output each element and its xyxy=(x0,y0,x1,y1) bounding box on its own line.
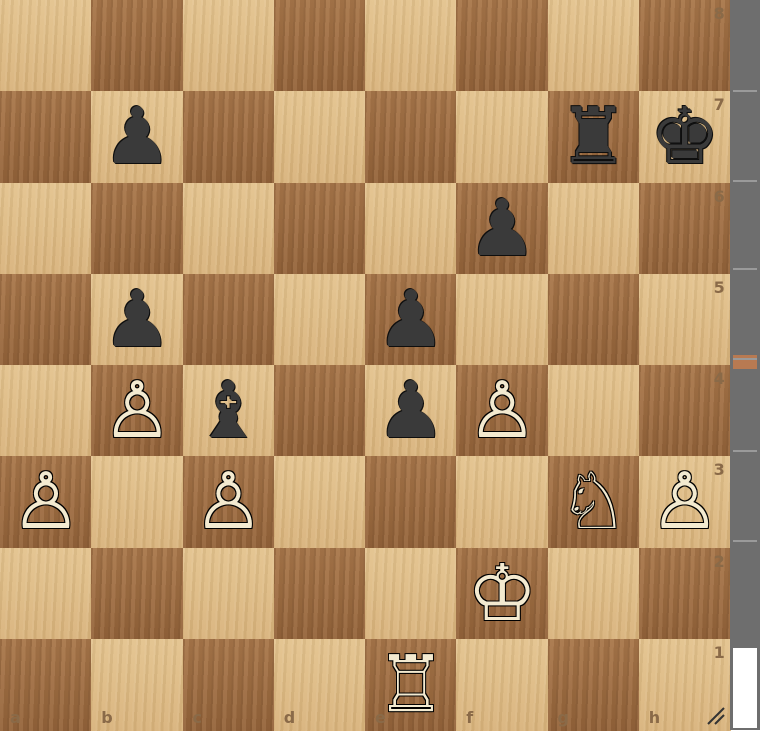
scrollbar-tick xyxy=(733,450,757,452)
square-c6[interactable] xyxy=(182,182,275,275)
square-f8[interactable] xyxy=(456,0,549,92)
square-a4[interactable] xyxy=(0,365,92,457)
square-g8[interactable] xyxy=(547,0,640,92)
square-d5[interactable] xyxy=(273,273,366,366)
square-e7[interactable] xyxy=(365,91,457,184)
square-c5[interactable] xyxy=(182,273,275,366)
square-c2[interactable] xyxy=(182,547,275,640)
black-pawn-f6[interactable]: ♟ xyxy=(456,183,548,275)
square-b3[interactable] xyxy=(91,456,184,549)
square-h4[interactable]: 4 xyxy=(638,365,731,457)
square-a8[interactable] xyxy=(0,0,92,92)
square-d8[interactable] xyxy=(273,0,366,92)
square-g5[interactable] xyxy=(547,273,640,366)
square-g4[interactable] xyxy=(547,365,640,457)
square-d1[interactable]: d xyxy=(273,638,366,731)
black-rook-g7[interactable]: ♜ xyxy=(548,91,640,183)
square-b1[interactable]: b xyxy=(91,638,184,731)
file-label: c xyxy=(192,707,202,727)
vertical-scrollbar[interactable] xyxy=(730,0,760,730)
file-label: h xyxy=(648,707,661,727)
rank-label: 2 xyxy=(713,551,725,571)
rank-label: 5 xyxy=(713,277,725,297)
file-label: f xyxy=(466,707,474,727)
square-h5[interactable]: 5 xyxy=(638,273,731,366)
square-b2[interactable] xyxy=(91,547,184,640)
white-king-f2[interactable]: ♔ xyxy=(456,548,548,640)
square-b6[interactable] xyxy=(91,182,184,275)
white-pawn-a3[interactable]: ♙ xyxy=(0,456,92,548)
white-pawn-b4[interactable]: ♙ xyxy=(91,365,183,457)
white-pawn-h3[interactable]: ♙ xyxy=(639,456,731,548)
black-pawn-e4[interactable]: ♟ xyxy=(365,365,457,457)
file-label: g xyxy=(557,707,569,727)
square-a5[interactable] xyxy=(0,273,92,366)
rank-label: 8 xyxy=(713,4,725,23)
scroll-thumb[interactable] xyxy=(733,648,757,728)
rank-label: 6 xyxy=(713,186,725,206)
scrollbar-tick xyxy=(733,180,757,182)
rank-label: 1 xyxy=(713,642,725,662)
black-bishop-c4[interactable]: ♝ xyxy=(183,365,275,457)
black-pawn-e5[interactable]: ♟ xyxy=(365,274,457,366)
file-label: a xyxy=(10,707,21,727)
scrollbar-tick xyxy=(733,540,757,542)
square-h2[interactable]: 2 xyxy=(638,547,731,640)
file-label: d xyxy=(283,707,296,727)
square-d7[interactable] xyxy=(273,91,366,184)
black-king-h7[interactable]: ♚ xyxy=(639,91,731,183)
file-label: b xyxy=(101,707,113,727)
square-a6[interactable] xyxy=(0,182,92,275)
square-f5[interactable] xyxy=(456,273,549,366)
square-e2[interactable] xyxy=(365,547,457,640)
square-f1[interactable]: f xyxy=(456,638,549,731)
square-e8[interactable] xyxy=(365,0,457,92)
square-e3[interactable] xyxy=(365,456,457,549)
scrollbar-tick xyxy=(733,358,757,360)
square-d2[interactable] xyxy=(273,547,366,640)
black-pawn-b7[interactable]: ♟ xyxy=(91,91,183,183)
white-rook-e1[interactable]: ♖ xyxy=(365,639,457,731)
square-g6[interactable] xyxy=(547,182,640,275)
square-a2[interactable] xyxy=(0,547,92,640)
square-d6[interactable] xyxy=(273,182,366,275)
white-knight-g3[interactable]: ♘ xyxy=(548,456,640,548)
square-h6[interactable]: 6 xyxy=(638,182,731,275)
black-pawn-b5[interactable]: ♟ xyxy=(91,274,183,366)
scrollbar-tick xyxy=(733,268,757,270)
square-a7[interactable] xyxy=(0,91,92,184)
square-f3[interactable] xyxy=(456,456,549,549)
square-c1[interactable]: c xyxy=(182,638,275,731)
square-h8[interactable]: 8 xyxy=(638,0,731,92)
square-d3[interactable] xyxy=(273,456,366,549)
scrollbar-tick xyxy=(733,90,757,92)
white-pawn-f4[interactable]: ♙ xyxy=(456,365,548,457)
white-pawn-c3[interactable]: ♙ xyxy=(183,456,275,548)
square-c7[interactable] xyxy=(182,91,275,184)
square-a1[interactable]: a xyxy=(0,638,92,731)
chess-board[interactable]: 8 7 6 5 4 3 2 a b c d e f g 1 h ♟ ♜ ♚ ♟ ♟ ♟ ♙ ♝ ♟ ♙ ♙ ♙ ♘ ♙ ♔ ♖ xyxy=(0,0,731,731)
square-b8[interactable] xyxy=(91,0,184,92)
resize-grip-icon[interactable] xyxy=(704,704,726,726)
rank-label: 4 xyxy=(713,369,725,388)
square-g2[interactable] xyxy=(547,547,640,640)
square-e6[interactable] xyxy=(365,182,457,275)
square-d4[interactable] xyxy=(273,365,366,457)
square-c8[interactable] xyxy=(182,0,275,92)
square-g1[interactable]: g xyxy=(547,638,640,731)
square-f7[interactable] xyxy=(456,91,549,184)
